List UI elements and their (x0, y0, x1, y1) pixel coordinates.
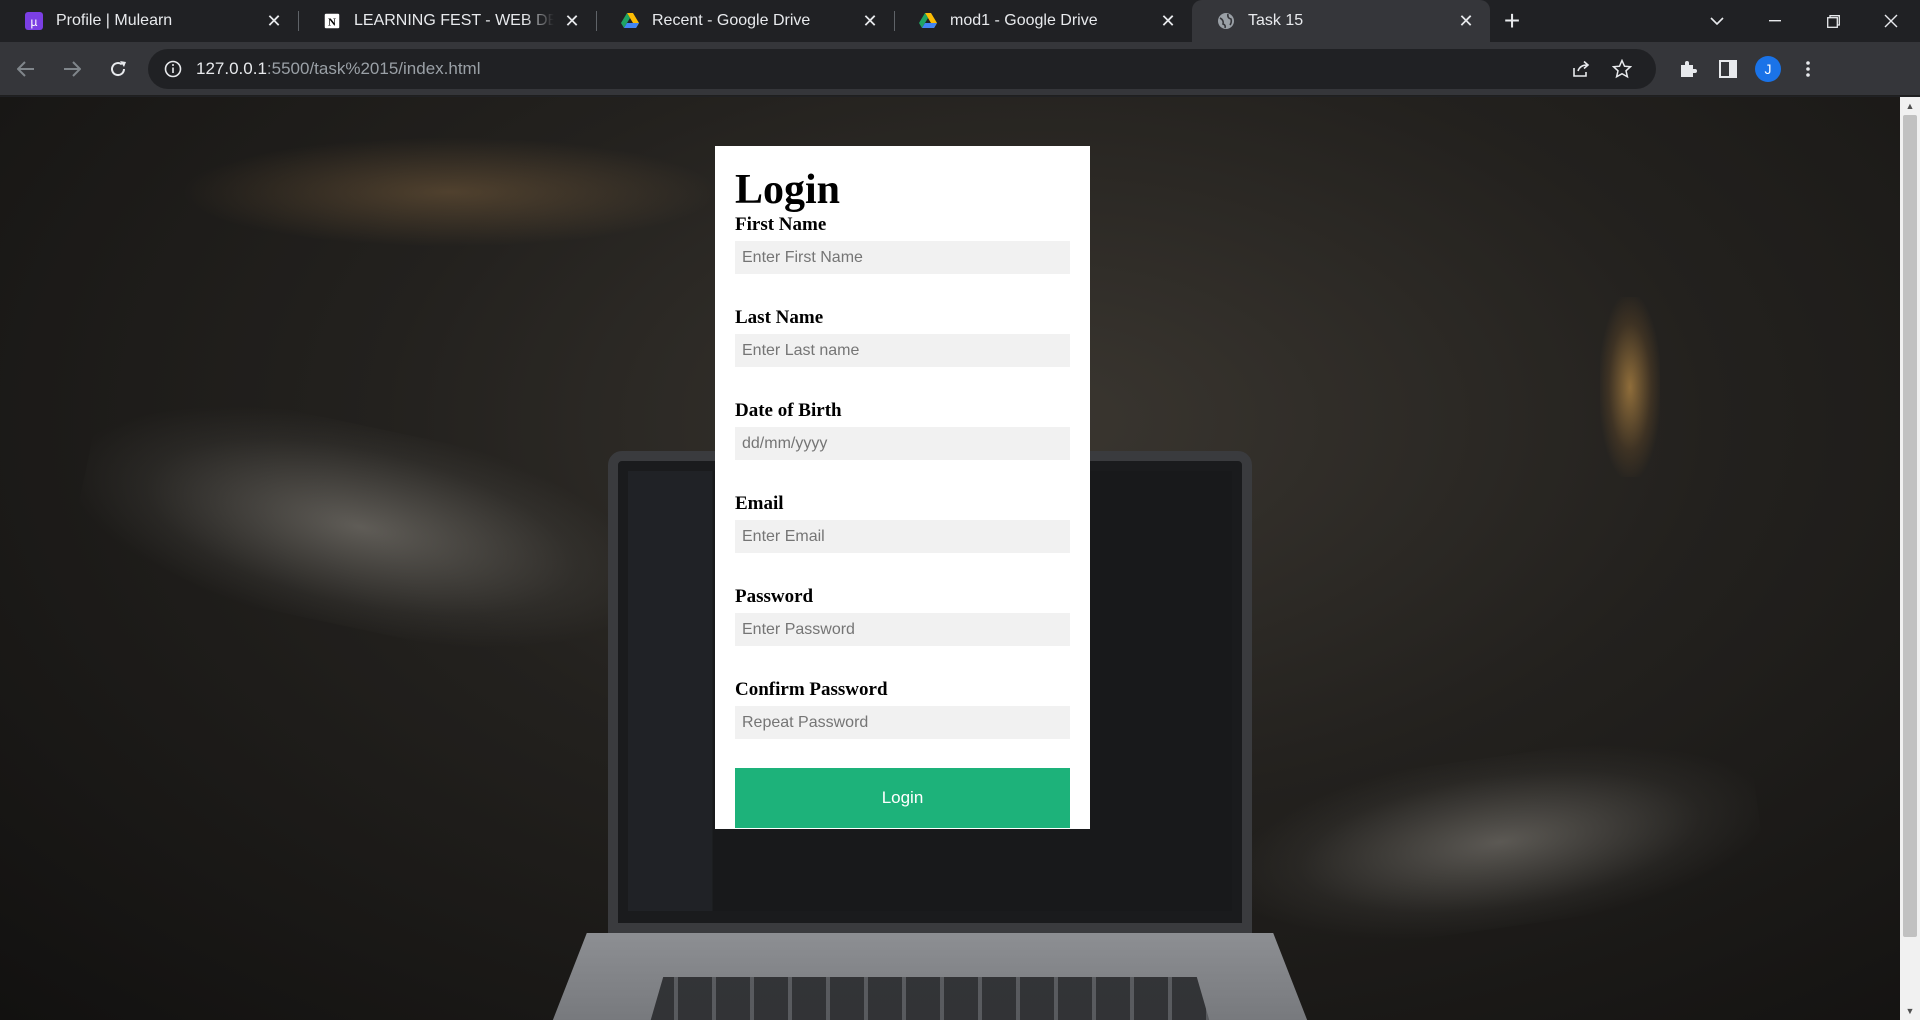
close-icon (1884, 14, 1898, 28)
tab-title: mod1 - Google Drive (950, 12, 1098, 29)
first-name-field: First Name (735, 214, 1070, 274)
notion-logo-icon: N (322, 11, 342, 31)
address-bar[interactable]: 127.0.0.1:5500/task%2015/index.html (148, 48, 1656, 89)
minimize-icon (1769, 20, 1781, 22)
page-viewport: Login First Name Last Name Date of Birth… (0, 97, 1900, 1020)
chevron-down-icon (1710, 17, 1724, 25)
share-icon[interactable] (1562, 49, 1602, 89)
tab-title: Task 15 (1248, 12, 1304, 29)
scroll-up-arrow-icon[interactable]: ▲ (1900, 97, 1920, 115)
scroll-down-arrow-icon[interactable]: ▼ (1900, 1002, 1920, 1020)
arrow-right-icon (64, 60, 81, 77)
avatar: J (1755, 55, 1781, 82)
bookmark-star-icon[interactable] (1602, 49, 1642, 89)
password-input[interactable] (735, 613, 1070, 646)
plus-icon: + (1503, 5, 1521, 36)
form-title: Login (735, 167, 841, 213)
url-path: :5500/task%2015/index.html (266, 58, 481, 78)
omnibox-actions (1562, 49, 1642, 89)
url-text: 127.0.0.1:5500/task%2015/index.html (196, 59, 481, 79)
tab-title: Profile | Mulearn (56, 12, 173, 29)
close-icon[interactable]: ✕ (1158, 11, 1178, 31)
date-of-birth-label: Date of Birth (735, 400, 842, 421)
minimize-button[interactable] (1746, 0, 1804, 42)
date-of-birth-field: Date of Birth (735, 400, 1070, 460)
close-icon[interactable]: ✕ (860, 11, 880, 31)
login-form: Login First Name Last Name Date of Birth… (715, 146, 1090, 829)
tab-search-button[interactable] (1688, 0, 1746, 42)
tab-title: LEARNING FEST - WEB DEVELOPMENT (354, 12, 554, 29)
first-name-input[interactable] (735, 241, 1070, 274)
svg-text:N: N (328, 17, 336, 29)
tab-profile-mulearn[interactable]: µ Profile | Mulearn ✕ (0, 0, 298, 42)
scrollbar-thumb[interactable] (1903, 115, 1917, 937)
toolbar-icons: J (1668, 49, 1828, 89)
tab-task-15[interactable]: Task 15 ✕ (1192, 0, 1490, 42)
confirm-password-label: Confirm Password (735, 679, 888, 700)
menu-kebab-icon[interactable] (1788, 49, 1828, 89)
url-host: 127.0.0.1 (196, 58, 267, 78)
tab-title: Recent - Google Drive (652, 12, 811, 29)
restore-icon (1826, 14, 1840, 28)
close-icon[interactable]: ✕ (264, 11, 284, 31)
profile-button[interactable]: J (1748, 49, 1788, 89)
page-scrollbar[interactable]: ▲ ▼ (1900, 97, 1920, 1020)
tab-recent-google-drive[interactable]: Recent - Google Drive ✕ (596, 0, 894, 42)
browser-toolbar: 127.0.0.1:5500/task%2015/index.html J (0, 42, 1920, 96)
reload-icon (111, 60, 126, 76)
tab-learning-fest[interactable]: N LEARNING FEST - WEB DEVELOPMENT ✕ (298, 0, 596, 42)
confirm-password-input[interactable] (735, 706, 1070, 739)
new-tab-button[interactable]: + (1490, 0, 1534, 42)
back-button[interactable] (6, 49, 46, 89)
site-info-icon[interactable] (162, 58, 184, 80)
email-field: Email (735, 493, 1070, 553)
tab-mod1-google-drive[interactable]: mod1 - Google Drive ✕ (894, 0, 1192, 42)
mulearn-logo-icon: µ (24, 11, 44, 31)
globe-icon (1216, 11, 1236, 31)
first-name-label: First Name (735, 214, 827, 235)
last-name-field: Last Name (735, 307, 1070, 367)
background-window-glow (180, 137, 720, 247)
window-controls (1688, 0, 1920, 42)
background-floor-light (1230, 721, 1770, 963)
side-panel-icon[interactable] (1708, 49, 1748, 89)
close-icon[interactable]: ✕ (1456, 11, 1476, 31)
close-icon[interactable]: ✕ (562, 11, 582, 31)
background-floor-light (65, 370, 655, 684)
restore-button[interactable] (1804, 0, 1862, 42)
tab-strip: µ Profile | Mulearn ✕ N LEARNING FEST - … (0, 0, 1920, 42)
last-name-label: Last Name (735, 307, 824, 328)
background-lamp-glow (1600, 297, 1660, 477)
google-drive-icon (620, 11, 640, 31)
google-drive-icon (918, 11, 938, 31)
reload-button[interactable] (98, 49, 138, 89)
password-field: Password (735, 586, 1070, 646)
arrow-left-icon (17, 60, 34, 77)
date-of-birth-input[interactable] (735, 427, 1070, 460)
email-label: Email (735, 493, 784, 514)
svg-text:µ: µ (31, 15, 38, 29)
password-label: Password (735, 586, 814, 607)
close-window-button[interactable] (1862, 0, 1920, 42)
confirm-password-field: Confirm Password (735, 679, 1070, 739)
laptop-keyboard (640, 977, 1220, 1020)
forward-button[interactable] (52, 49, 92, 89)
email-input[interactable] (735, 520, 1070, 553)
last-name-input[interactable] (735, 334, 1070, 367)
extensions-puzzle-icon[interactable] (1668, 49, 1708, 89)
login-button[interactable]: Login (735, 768, 1070, 828)
